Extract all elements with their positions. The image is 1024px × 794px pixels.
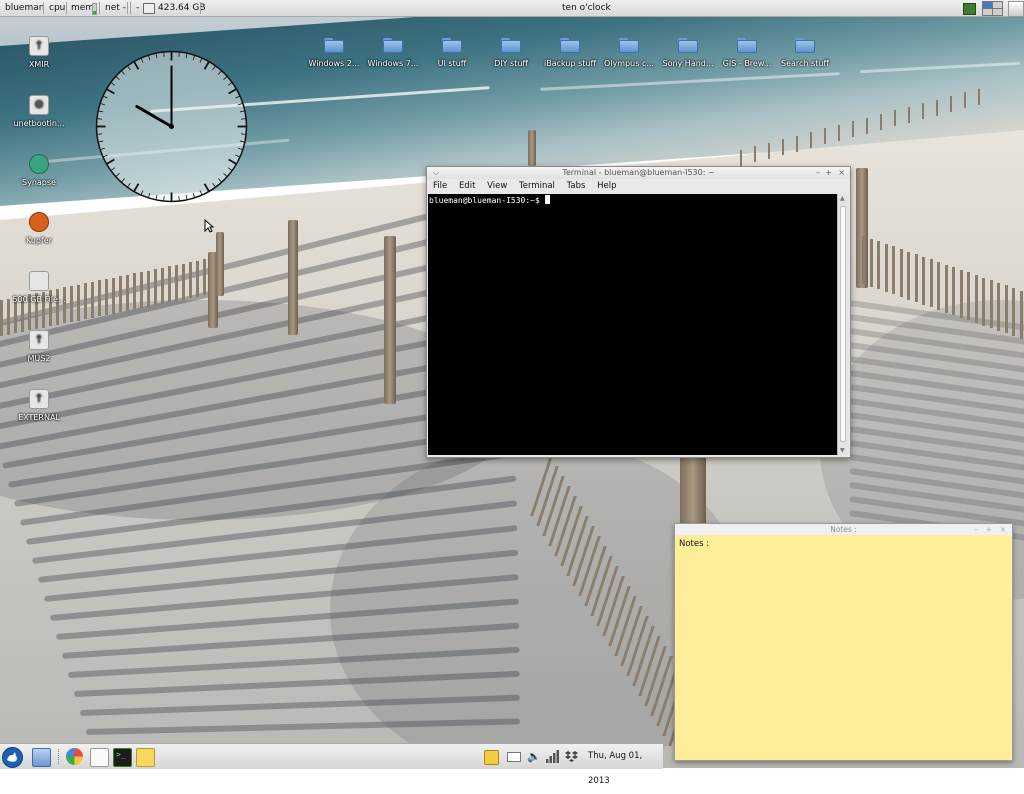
terminal-titlebar[interactable]: ⌵ Terminal - blueman@blueman-I530: ~ – +…: [427, 167, 850, 179]
notes-title: Notes :: [830, 525, 857, 534]
tray-app-icon[interactable]: [963, 3, 976, 15]
menu-tabs[interactable]: Tabs: [567, 181, 586, 191]
usb-drive-icon: ↑: [29, 36, 49, 56]
desktop-icon[interactable]: ↑ XMIR: [9, 36, 69, 69]
menu-edit[interactable]: Edit: [459, 181, 475, 191]
desktop-icon-label: Kupfer: [25, 236, 53, 245]
network-tray-icon[interactable]: [546, 750, 560, 763]
folder-icon: [560, 38, 580, 53]
show-desktop-button[interactable]: [1008, 1, 1024, 17]
user-menu[interactable]: blueman: [5, 0, 44, 16]
top-panel: blueman cpu mem net - - 423.64 GB ten o'…: [0, 0, 1024, 17]
folder-icon: [795, 38, 815, 53]
application-menu-icon[interactable]: [2, 747, 23, 768]
synapse-icon: [29, 154, 49, 174]
text-editor-launcher-icon[interactable]: [90, 748, 109, 767]
folder-icon: [442, 38, 462, 53]
desktop-icon[interactable]: ↑ EXTERNAL: [9, 389, 69, 422]
desktop-icon-label: MUS2: [27, 354, 51, 363]
folder-icon: [383, 38, 403, 53]
notes-titlebar[interactable]: Notes : – + ×: [675, 524, 1012, 535]
close-button[interactable]: ×: [838, 167, 845, 179]
web-browser-launcher-icon[interactable]: [66, 748, 83, 765]
gear-icon: ⚙: [29, 95, 49, 115]
usb-drive-icon: ↑: [29, 330, 49, 350]
scrollbar-thumb[interactable]: [840, 206, 846, 442]
disk-free-label[interactable]: 423.64 GB: [158, 0, 206, 16]
menu-file[interactable]: File: [433, 181, 447, 191]
fuzzy-clock[interactable]: ten o'clock: [562, 0, 611, 16]
hard-drive-icon: [29, 271, 49, 291]
analog-clock-widget[interactable]: [95, 50, 248, 203]
bottom-panel: >_ 🔈 Thu, Aug 01, 2013: [0, 743, 663, 786]
desktop-icon-label: XMIR: [28, 60, 50, 69]
desktop-icon-label: Synapse: [22, 178, 56, 187]
disk-icon: [143, 3, 155, 14]
mail-tray-icon[interactable]: [507, 752, 521, 762]
clipboard-tray-icon[interactable]: [484, 750, 499, 765]
notes-maximize-button[interactable]: +: [986, 524, 992, 535]
menu-view[interactable]: View: [487, 181, 507, 191]
folder-icon: [619, 38, 639, 53]
notes-close-button[interactable]: ×: [1000, 524, 1006, 535]
terminal-prompt: blueman@blueman-I530:~$: [429, 196, 540, 205]
dropbox-tray-icon[interactable]: [565, 750, 578, 763]
terminal-scrollbar[interactable]: ▲ ▼: [837, 194, 849, 455]
folder-icon: [678, 38, 698, 53]
mem-monitor-label[interactable]: mem: [71, 0, 94, 16]
usb-drive-icon: ↑: [29, 389, 49, 409]
panel-clock[interactable]: Thu, Aug 01, 2013: [588, 744, 663, 786]
show-desktop-icon[interactable]: [32, 748, 51, 767]
cpu-monitor-label[interactable]: cpu: [49, 0, 65, 16]
maximize-button[interactable]: +: [825, 167, 832, 179]
terminal-window[interactable]: ⌵ Terminal - blueman@blueman-I530: ~ – +…: [426, 166, 851, 458]
text-cursor: [544, 195, 550, 204]
folder-label: Search stuff: [781, 59, 829, 68]
desktop-icon[interactable]: ↑ MUS2: [9, 330, 69, 363]
scroll-up-arrow-icon[interactable]: ▲: [840, 195, 845, 202]
kupfer-icon: [29, 212, 49, 232]
desktop-icon[interactable]: ⚙ unetbootin...: [9, 95, 69, 128]
menu-help[interactable]: Help: [597, 181, 616, 191]
launcher-separator: [58, 749, 61, 764]
minimize-button[interactable]: –: [816, 167, 820, 179]
notes-launcher-icon[interactable]: [136, 748, 155, 767]
notes-text-area[interactable]: Notes :: [675, 535, 1012, 553]
notes-window[interactable]: Notes : – + × Notes :: [674, 523, 1013, 761]
volume-tray-icon[interactable]: 🔈: [527, 750, 541, 763]
window-menu-icon[interactable]: ⌵: [433, 167, 439, 179]
desktop-icon[interactable]: 500 GB File...: [9, 271, 69, 304]
desktop-folder[interactable]: Search stuff: [767, 38, 843, 68]
scroll-down-arrow-icon[interactable]: ▼: [840, 447, 845, 454]
menu-terminal[interactable]: Terminal: [519, 181, 555, 191]
terminal-launcher-icon[interactable]: >_: [113, 748, 132, 767]
mem-meter: [92, 3, 97, 15]
net-monitor-label[interactable]: net -: [105, 0, 126, 16]
workspace-switcher[interactable]: [982, 1, 1003, 16]
desktop-icon-label: 500 GB File...: [12, 295, 66, 304]
terminal-menubar: File Edit View Terminal Tabs Help: [427, 179, 850, 193]
notes-content: Notes :: [679, 539, 710, 549]
mouse-pointer: [204, 219, 214, 233]
terminal-title: Terminal - blueman@blueman-I530: ~: [562, 168, 715, 177]
desktop-icon-label: unetbootin...: [13, 119, 65, 128]
workspace-4[interactable]: [992, 8, 1003, 16]
folder-icon: [501, 38, 521, 53]
terminal-screen[interactable]: blueman@blueman-I530:~$: [428, 194, 837, 455]
desktop-icon[interactable]: Synapse: [9, 154, 69, 187]
desktop-icon-label: EXTERNAL: [18, 413, 60, 422]
panel-dash: -: [136, 3, 140, 13]
folder-icon: [324, 38, 344, 53]
notes-minimize-button[interactable]: –: [974, 524, 978, 535]
folder-icon: [737, 38, 757, 53]
desktop-icon[interactable]: Kupfer: [9, 212, 69, 245]
